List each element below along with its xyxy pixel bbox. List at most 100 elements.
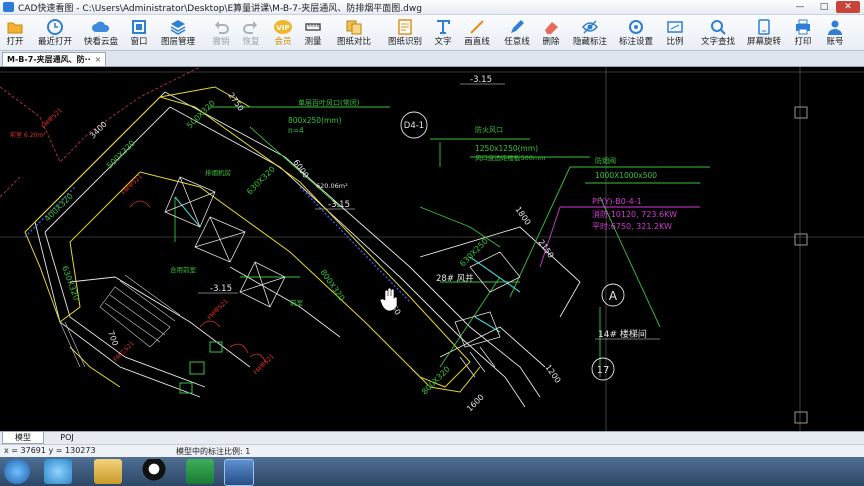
tab-model[interactable]: 模型 xyxy=(2,432,44,444)
grid-markers xyxy=(794,106,808,424)
app-icon xyxy=(3,2,14,12)
room-lobby: 前室 xyxy=(290,298,304,307)
erase-button[interactable]: 删除 xyxy=(538,16,564,50)
duct-800x320-b: 800X320 xyxy=(420,365,452,397)
dim-1600: 1600 xyxy=(465,393,486,414)
cloud-label: 快看云盘 xyxy=(83,37,118,47)
area-label: 620.06m² xyxy=(316,182,348,190)
undo-icon xyxy=(215,21,229,34)
minimize-button[interactable]: — xyxy=(788,1,812,13)
open-button[interactable]: 打开 xyxy=(2,16,28,50)
system-tray xyxy=(770,459,850,484)
window-button[interactable]: 窗口 xyxy=(126,16,152,50)
stair-label: 14# 楼梯间 xyxy=(598,328,647,340)
account-button[interactable]: 账号 xyxy=(822,16,848,50)
layers-button[interactable]: 图层管理 xyxy=(158,16,198,50)
grid-lines xyxy=(0,67,864,431)
room-left-label: 前室 6.20m² xyxy=(10,131,46,139)
erase-label: 删除 xyxy=(542,37,560,47)
hide-mark-button[interactable]: 隐藏标注 xyxy=(570,16,610,50)
window-label: 窗口 xyxy=(130,37,148,47)
dim-6000: 6000 xyxy=(291,158,310,180)
print-button[interactable]: 打印 xyxy=(790,16,816,50)
note2-sub: 风口底边距楼板500mm xyxy=(475,153,546,162)
compare-button[interactable]: 图纸对比 xyxy=(334,16,374,50)
room-fan: 排烟机房 xyxy=(205,168,231,177)
grid-bubble-17: 17 xyxy=(597,365,610,376)
search-icon xyxy=(711,20,726,35)
freehand-button[interactable]: 任意线 xyxy=(502,16,532,50)
measure-button[interactable]: 测量 xyxy=(300,16,326,50)
tag-d4-1: D4-1 xyxy=(404,121,424,131)
note1-size: 800x250(mm) xyxy=(288,116,342,125)
scan-icon xyxy=(398,19,412,35)
text-button[interactable]: 文字 xyxy=(430,16,456,50)
text-label: 文字 xyxy=(434,37,452,47)
find-text-button[interactable]: 文字查找 xyxy=(698,16,738,50)
room-anteroom: 合用前室 xyxy=(170,265,197,274)
start-button[interactable] xyxy=(4,459,30,484)
recent-button[interactable]: 最近打开 xyxy=(34,16,76,50)
qq-icon[interactable] xyxy=(140,459,168,484)
dim-1800: 1800 xyxy=(513,205,532,227)
vip-button[interactable]: VIP 会员 xyxy=(270,16,296,50)
recognize-button[interactable]: 图纸识别 xyxy=(386,16,424,50)
browser-icon[interactable] xyxy=(44,459,72,484)
main-toolbar: 打开 最近打开 快看云盘 窗口 图层管理 撤销 恢复 VIP 会员 测量 图纸对… xyxy=(0,15,864,51)
dim-2150: 2150 xyxy=(536,238,555,260)
close-tab-icon[interactable]: × xyxy=(95,55,102,64)
hand-cursor-icon xyxy=(379,287,398,312)
duct-630x320-b: 630X320 xyxy=(245,165,277,197)
account-label: 账号 xyxy=(826,37,844,47)
line-icon xyxy=(470,20,484,34)
cloud-button[interactable]: 快看云盘 xyxy=(82,16,120,50)
redo-button[interactable]: 恢复 xyxy=(238,16,264,50)
duct-630x320: 630X320 xyxy=(60,265,81,302)
duct-500x320: 500X320 xyxy=(105,139,137,171)
mark-settings-label: 标注设置 xyxy=(618,37,653,47)
status-bar: x = 37691 y = 130273 模型中的标注比例: 1 xyxy=(0,444,864,457)
find-text-label: 文字查找 xyxy=(700,37,735,47)
measure-label: 测量 xyxy=(304,37,322,47)
line-button[interactable]: 画直线 xyxy=(462,16,492,50)
note1-n: n=4 xyxy=(288,126,304,135)
rotate-label: 屏幕旋转 xyxy=(746,37,781,47)
fan-spec-1: 消防:10120, 723.6KW xyxy=(592,209,677,219)
freehand-label: 任意线 xyxy=(504,37,530,47)
line-label: 画直线 xyxy=(464,37,490,47)
elev-label-2: -3.15 xyxy=(328,200,350,210)
recent-label: 最近打开 xyxy=(37,37,72,47)
print-label: 打印 xyxy=(794,37,812,47)
scale-button[interactable]: 比例 xyxy=(662,16,688,50)
note3-size: 1000X1000x500 xyxy=(595,171,657,180)
tab-poj[interactable]: POJ xyxy=(46,432,88,444)
window-icon xyxy=(132,20,146,34)
document-tab-bar: M-B-7-夹层通风、防·· × xyxy=(0,51,864,67)
pipe-run xyxy=(299,186,411,303)
document-tab[interactable]: M-B-7-夹层通风、防·· × xyxy=(2,52,107,66)
undo-button[interactable]: 撤销 xyxy=(208,16,234,50)
fm-tag-1: FM甲521 xyxy=(40,107,64,131)
cad-viewer-taskbar-icon[interactable] xyxy=(224,459,254,486)
undo-label: 撤销 xyxy=(212,37,230,47)
shaft-label: 28# 风井 xyxy=(436,273,474,284)
explorer-icon[interactable] xyxy=(94,459,122,484)
pencil-icon xyxy=(511,20,524,33)
maximize-button[interactable]: □ xyxy=(812,1,836,13)
scale-label: 比例 xyxy=(666,37,684,47)
fan-spec: PF(Y)-B0-4-1 消防:10120, 723.6KW 平时:6750, … xyxy=(592,197,677,231)
drawing-canvas[interactable]: 2750 3400 6000 8050 1800 2150 1200 1600 … xyxy=(0,67,864,431)
close-button[interactable]: ✕ xyxy=(836,1,860,13)
note2-size: 1250x1250(mm) xyxy=(475,144,538,153)
rotate-button[interactable]: 屏幕旋转 xyxy=(744,16,784,50)
cloud-icon xyxy=(92,21,110,32)
cad-drawing[interactable]: 2750 3400 6000 8050 1800 2150 1200 1600 … xyxy=(0,67,864,431)
svg-text:VIP: VIP xyxy=(276,24,289,32)
printer-icon xyxy=(796,19,810,35)
mark-settings-button[interactable]: 标注设置 xyxy=(616,16,656,50)
compare-icon xyxy=(346,20,362,35)
fm-tag-3: FM甲521 xyxy=(206,298,230,322)
scale-icon xyxy=(667,21,683,33)
duct-800x320: 800X320 xyxy=(318,268,346,303)
excel-icon[interactable] xyxy=(186,459,214,484)
